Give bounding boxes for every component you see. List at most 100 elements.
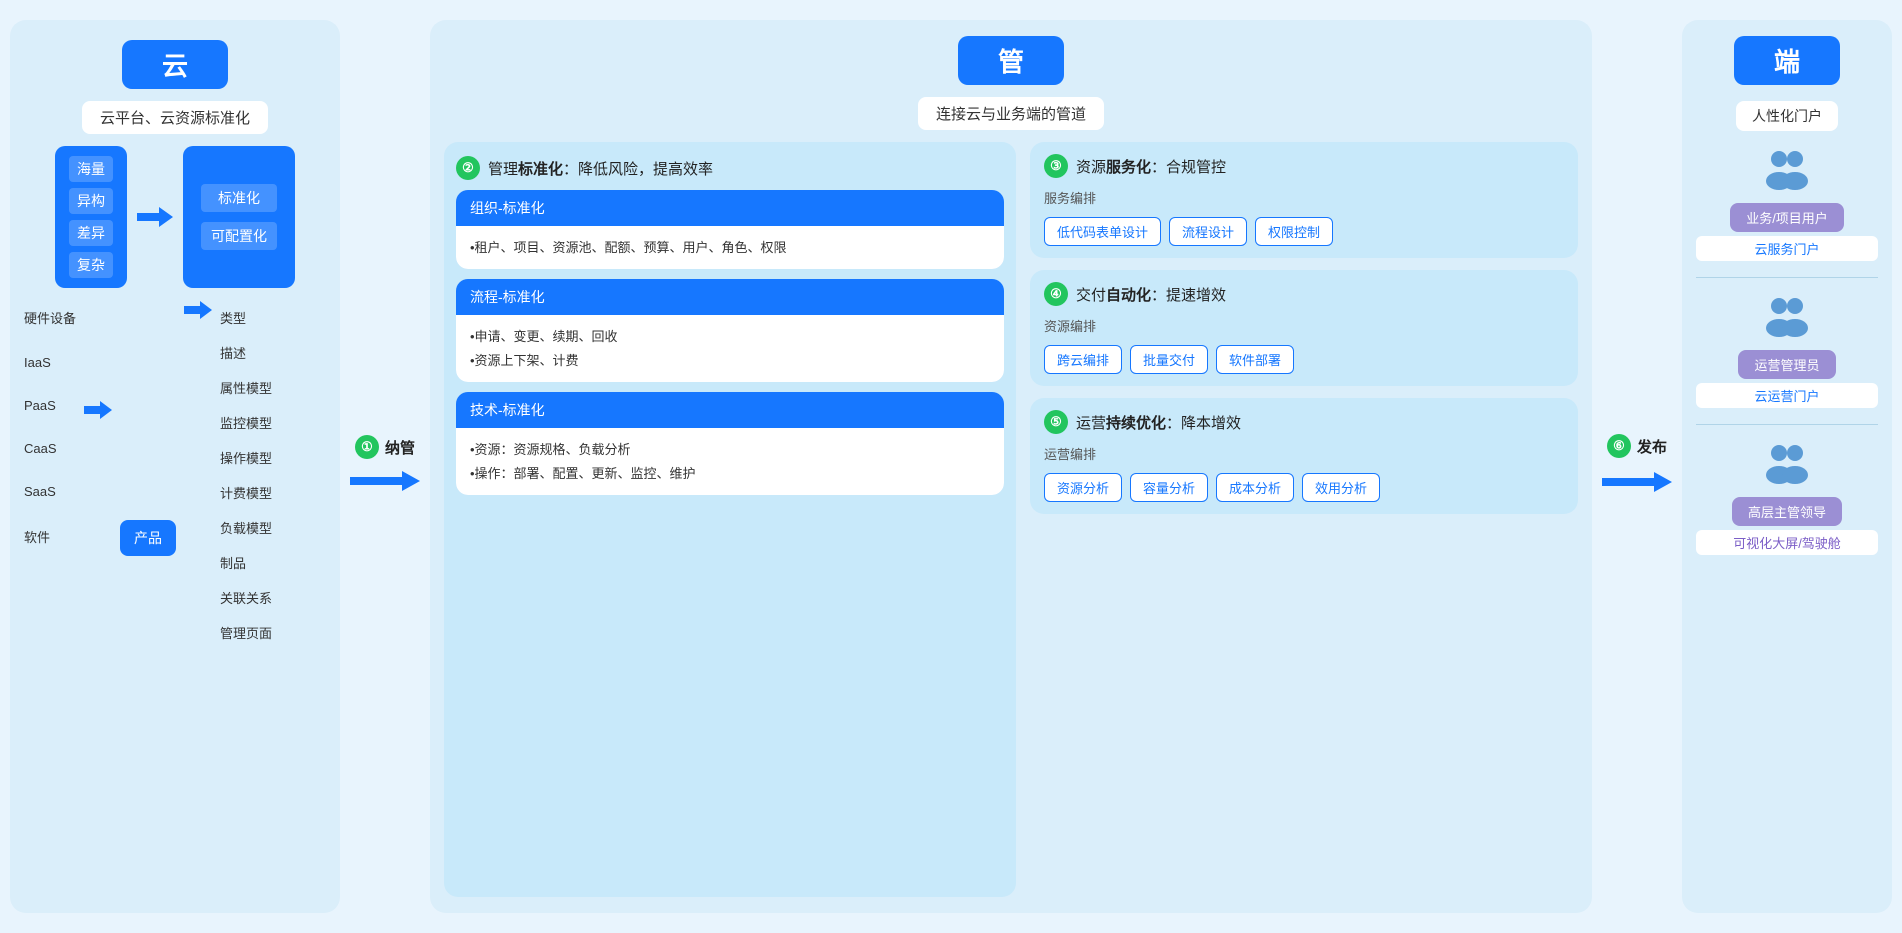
cloud-tag-fuza: 复杂 bbox=[69, 252, 113, 278]
manage-title: 管 bbox=[958, 36, 1064, 85]
flow-card: 流程-标准化 •申请、变更、续期、回收•资源上下架、计费 bbox=[456, 279, 1004, 382]
manage-right: ③ 资源服务化：合规管控 服务编排 低代码表单设计 流程设计 权限控制 ④ 交付… bbox=[1030, 142, 1578, 897]
cloud-tag-yigou: 异构 bbox=[69, 188, 113, 214]
publish-label: ⑥ 发布 bbox=[1607, 434, 1667, 458]
model-op: 操作模型 bbox=[220, 448, 272, 467]
delivery-header: ④ 交付自动化：提速增效 bbox=[1044, 282, 1564, 306]
tag-cost: 成本分析 bbox=[1216, 473, 1294, 502]
delivery-num: ④ bbox=[1044, 282, 1068, 306]
divider-2 bbox=[1696, 424, 1878, 425]
tag-capacity: 容量分析 bbox=[1130, 473, 1208, 502]
naguan-text: 纳管 bbox=[385, 437, 415, 458]
divider-1 bbox=[1696, 277, 1878, 278]
manage-inner: ② 管理标准化：降低风险，提高效率 组织-标准化 •租户、项目、资源池、配额、预… bbox=[444, 142, 1578, 897]
model-type: 类型 bbox=[220, 308, 272, 327]
hw-item-paas: PaaS bbox=[24, 398, 76, 413]
model-attr: 属性模型 bbox=[220, 378, 272, 397]
ops-sub-label: 运营编排 bbox=[1044, 444, 1564, 463]
model-desc: 描述 bbox=[220, 343, 272, 362]
hw-item-software: 软件 bbox=[24, 527, 76, 546]
publish-num: ⑥ bbox=[1607, 434, 1631, 458]
business-user-sublabel: 云服务门户 bbox=[1696, 236, 1878, 261]
manage-subtitle: 连接云与业务端的管道 bbox=[918, 97, 1104, 130]
manage-left-title: 管理标准化：降低风险，提高效率 bbox=[488, 158, 713, 179]
end-section: 端 人性化门户 业务/项目用户 云服务门户 bbox=[1682, 20, 1892, 913]
leader-user-icon bbox=[1763, 441, 1811, 493]
delivery-sub-label: 资源编排 bbox=[1044, 316, 1564, 335]
hardware-list: 硬件设备 IaaS PaaS CaaS SaaS 软件 bbox=[24, 300, 76, 546]
ops-title: 运营持续优化：降本增效 bbox=[1076, 412, 1241, 433]
user-card-business: 业务/项目用户 云服务门户 bbox=[1696, 147, 1878, 261]
model-load: 负载模型 bbox=[220, 518, 272, 537]
tag-res-analysis: 资源分析 bbox=[1044, 473, 1122, 502]
org-card-header: 组织-标准化 bbox=[456, 190, 1004, 226]
resource-num: ③ bbox=[1044, 154, 1068, 178]
manage-left-num: ② bbox=[456, 156, 480, 180]
arrow-naguan: ① 纳管 bbox=[350, 435, 420, 498]
hw-item-hardware: 硬件设备 bbox=[24, 308, 76, 327]
model-product: 制品 bbox=[220, 553, 272, 572]
service-sub-label: 服务编排 bbox=[1044, 188, 1564, 207]
tag-perm: 权限控制 bbox=[1255, 217, 1333, 246]
arrow-publish: ⑥ 发布 bbox=[1602, 434, 1672, 499]
business-user-label: 业务/项目用户 bbox=[1730, 203, 1844, 232]
flow-card-body: •申请、变更、续期、回收•资源上下架、计费 bbox=[456, 315, 1004, 382]
cloud-section: 云 云平台、云资源标准化 海量 异构 差异 复杂 标准化 可配置化 硬件设备 I… bbox=[10, 20, 340, 913]
flow-card-header: 流程-标准化 bbox=[456, 279, 1004, 315]
product-box: 产品 bbox=[120, 520, 176, 556]
leader-user-sublabel: 可视化大屏/驾驶舱 bbox=[1696, 530, 1878, 555]
naguan-arrow-svg bbox=[350, 469, 420, 493]
cloud-tag-configurable: 可配置化 bbox=[201, 222, 277, 250]
resource-service-card: ③ 资源服务化：合规管控 服务编排 低代码表单设计 流程设计 权限控制 bbox=[1030, 142, 1578, 258]
ops-optimize-card: ⑤ 运营持续优化：降本增效 运营编排 资源分析 容量分析 成本分析 效用分析 bbox=[1030, 398, 1578, 514]
org-card-body: •租户、项目、资源池、配额、预算、用户、角色、权限 bbox=[456, 226, 1004, 269]
publish-arrow-svg bbox=[1602, 470, 1672, 494]
tech-card-body: •资源：资源规格、负载分析•操作：部署、配置、更新、监控、维护 bbox=[456, 428, 1004, 495]
publish-text: 发布 bbox=[1637, 436, 1667, 457]
cloud-right-box: 标准化 可配置化 bbox=[183, 146, 295, 288]
cloud-top-boxes: 海量 异构 差异 复杂 标准化 可配置化 bbox=[24, 146, 326, 288]
cloud-tag-chayi: 差异 bbox=[69, 220, 113, 246]
leader-user-label: 高层主管领导 bbox=[1732, 497, 1842, 526]
end-title: 端 bbox=[1734, 36, 1840, 85]
hw-to-product-arrow bbox=[84, 400, 112, 420]
cloud-bottom: 硬件设备 IaaS PaaS CaaS SaaS 软件 产品 类型 描述 属性模… bbox=[24, 300, 326, 642]
business-user-icon bbox=[1763, 147, 1811, 199]
manage-left: ② 管理标准化：降低风险，提高效率 组织-标准化 •租户、项目、资源池、配额、预… bbox=[444, 142, 1016, 897]
model-mgmt: 管理页面 bbox=[220, 623, 272, 642]
hw-item-iaas: IaaS bbox=[24, 355, 76, 370]
manage-section: 管 连接云与业务端的管道 ② 管理标准化：降低风险，提高效率 组织-标准化 •租… bbox=[430, 20, 1592, 913]
cloud-subtitle: 云平台、云资源标准化 bbox=[82, 101, 268, 134]
tag-batch: 批量交付 bbox=[1130, 345, 1208, 374]
service-tag-row: 低代码表单设计 流程设计 权限控制 bbox=[1044, 217, 1564, 246]
ops-header: ⑤ 运营持续优化：降本增效 bbox=[1044, 410, 1564, 434]
hw-item-caas: CaaS bbox=[24, 441, 76, 456]
naguan-label: ① 纳管 bbox=[355, 435, 415, 459]
product-to-model-arrow bbox=[184, 300, 212, 320]
user-card-leader: 高层主管领导 可视化大屏/驾驶舱 bbox=[1696, 441, 1878, 555]
model-fee: 计费模型 bbox=[220, 483, 272, 502]
tag-lowcode: 低代码表单设计 bbox=[1044, 217, 1161, 246]
model-rel: 关联关系 bbox=[220, 588, 272, 607]
model-list: 类型 描述 属性模型 监控模型 操作模型 计费模型 负载模型 制品 关联关系 管… bbox=[220, 300, 272, 642]
tag-deploy: 软件部署 bbox=[1216, 345, 1294, 374]
cloud-tag-standardize: 标准化 bbox=[201, 184, 277, 212]
tech-card-header: 技术-标准化 bbox=[456, 392, 1004, 428]
model-monitor: 监控模型 bbox=[220, 413, 272, 432]
tag-efficiency: 效用分析 bbox=[1302, 473, 1380, 502]
naguan-num: ① bbox=[355, 435, 379, 459]
cloud-title: 云 bbox=[122, 40, 228, 89]
ops-num: ⑤ bbox=[1044, 410, 1068, 434]
manage-left-header: ② 管理标准化：降低风险，提高效率 bbox=[456, 156, 1004, 180]
delivery-auto-card: ④ 交付自动化：提速增效 资源编排 跨云编排 批量交付 软件部署 bbox=[1030, 270, 1578, 386]
end-subtitle: 人性化门户 bbox=[1736, 101, 1838, 131]
org-card: 组织-标准化 •租户、项目、资源池、配额、预算、用户、角色、权限 bbox=[456, 190, 1004, 269]
cloud-arrow bbox=[137, 146, 173, 288]
delivery-title: 交付自动化：提速增效 bbox=[1076, 284, 1226, 305]
ops-user-label: 运营管理员 bbox=[1738, 350, 1835, 379]
delivery-tag-row: 跨云编排 批量交付 软件部署 bbox=[1044, 345, 1564, 374]
tech-card: 技术-标准化 •资源：资源规格、负载分析•操作：部署、配置、更新、监控、维护 bbox=[456, 392, 1004, 495]
tag-flow: 流程设计 bbox=[1169, 217, 1247, 246]
resource-title: 资源服务化：合规管控 bbox=[1076, 156, 1226, 177]
hw-item-saas: SaaS bbox=[24, 484, 76, 499]
